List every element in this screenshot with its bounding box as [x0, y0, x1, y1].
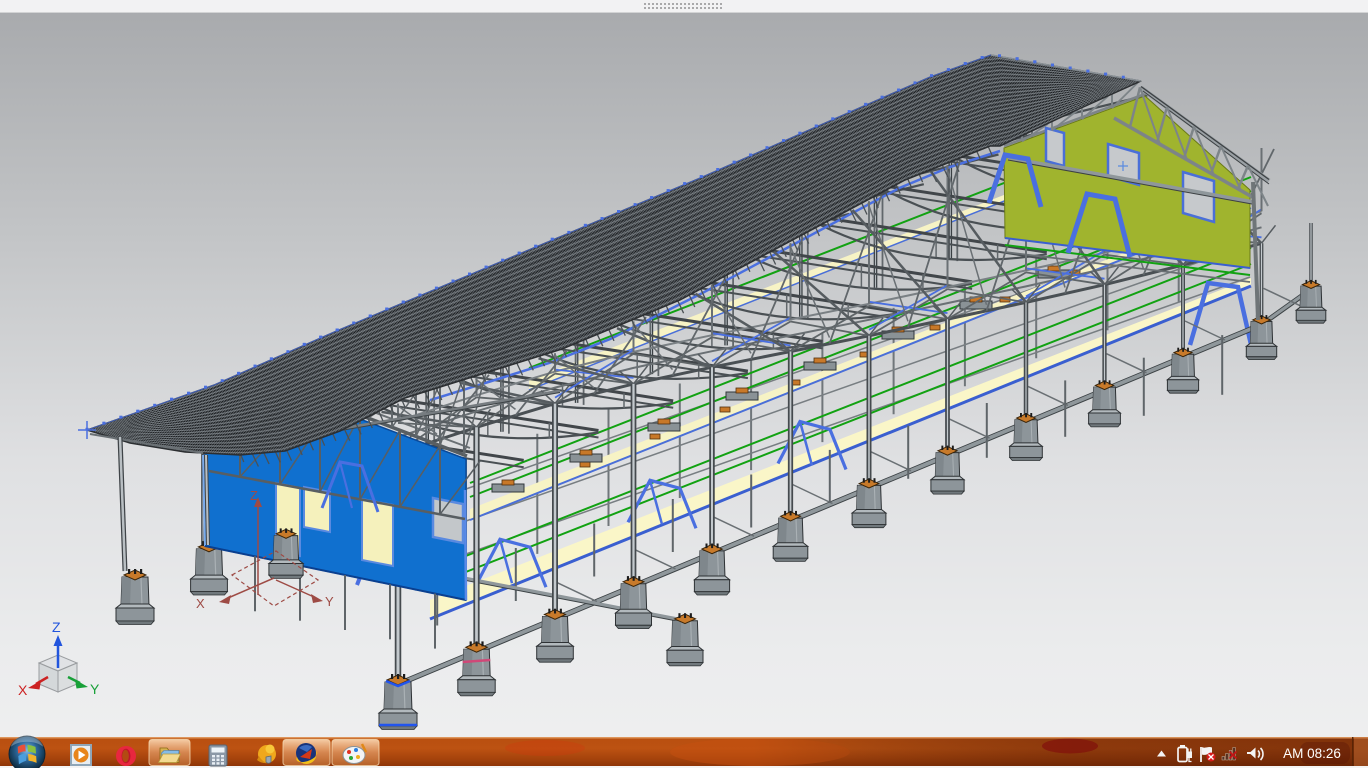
svg-text:AM 08:26: AM 08:26	[1283, 746, 1341, 761]
svg-text:Z: Z	[250, 488, 258, 503]
svg-text:X: X	[18, 682, 28, 698]
svg-text:Y: Y	[90, 681, 100, 697]
svg-text:X: X	[196, 596, 205, 611]
svg-text:Y: Y	[325, 594, 334, 609]
svg-text:Z: Z	[52, 619, 61, 635]
